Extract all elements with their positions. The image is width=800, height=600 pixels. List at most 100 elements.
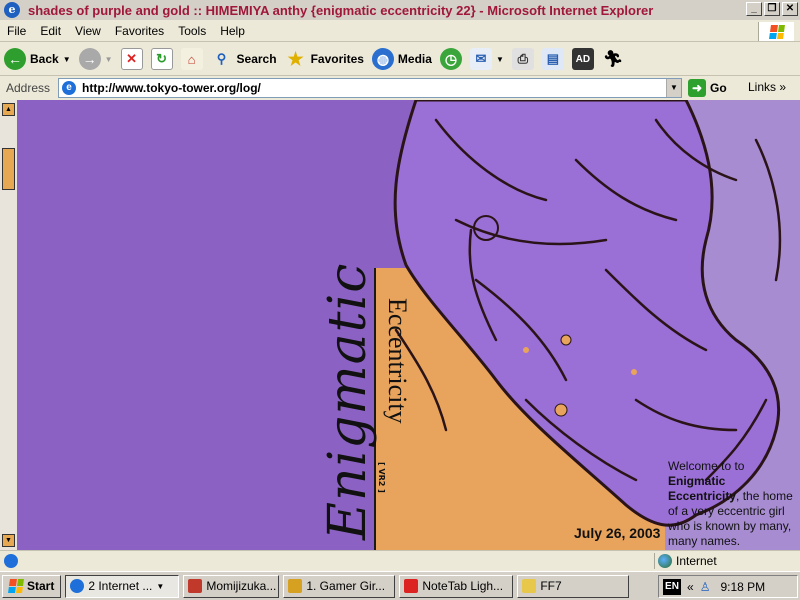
- ad-icon: AD: [571, 48, 594, 70]
- favorites-button[interactable]: ★ Favorites: [285, 48, 364, 70]
- page-content: Enigmatic Eccentricity [ VR2 ] July 26, …: [0, 100, 800, 550]
- back-dropdown-icon[interactable]: ▼: [63, 55, 71, 64]
- mail-icon: ✉: [469, 48, 492, 70]
- close-button[interactable]: ✕: [782, 2, 798, 16]
- go-button[interactable]: ➜ Go: [688, 79, 727, 97]
- menu-file[interactable]: File: [0, 24, 33, 38]
- task-label: FF7: [540, 579, 562, 593]
- internet-zone-icon: [658, 554, 672, 568]
- search-button[interactable]: ⚲ Search: [211, 48, 277, 70]
- scroll-thumb[interactable]: [2, 148, 15, 190]
- security-zone: Internet: [676, 554, 717, 568]
- taskbar: Start 2 Internet ... ▼ Momijizuka... 1. …: [0, 571, 800, 600]
- menu-help[interactable]: Help: [213, 24, 252, 38]
- menu-favorites[interactable]: Favorites: [108, 24, 171, 38]
- page-status-icon: [4, 554, 18, 568]
- site-title-enigmatic: Enigmatic: [318, 262, 378, 540]
- printer-icon: ⎙: [511, 48, 534, 70]
- stop-button[interactable]: ✕: [120, 48, 143, 70]
- vertical-scrollbar[interactable]: ▲ ▼: [0, 100, 17, 550]
- search-icon: ⚲: [216, 51, 227, 66]
- clock: 9:18 PM: [720, 579, 766, 594]
- menu-view[interactable]: View: [68, 24, 108, 38]
- ie-task-icon: [70, 579, 85, 593]
- windows-flag-icon: [758, 22, 794, 41]
- task-label: 1. Gamer Gir...: [306, 579, 386, 593]
- forward-button[interactable]: → ▼: [78, 48, 113, 70]
- media-globe-icon: ◍: [371, 48, 394, 70]
- pencil-task-icon: [288, 579, 303, 593]
- status-bar: Internet: [0, 550, 800, 570]
- messenger-tray-icon[interactable]: ♙: [700, 580, 711, 594]
- messenger-button[interactable]: 🏃︎: [602, 48, 624, 70]
- edit-button[interactable]: ▤: [541, 48, 564, 70]
- address-input[interactable]: e http://www.tokyo-tower.org/log/ ▼: [58, 78, 682, 98]
- menu-bar: File Edit View Favorites Tools Help: [0, 21, 800, 42]
- folder-task-icon: [522, 579, 537, 593]
- ie-logo-icon: e: [4, 2, 20, 18]
- scroll-up-arrow-icon[interactable]: ▲: [2, 103, 15, 116]
- address-bar: Address e http://www.tokyo-tower.org/log…: [0, 77, 800, 99]
- welcome-intro: Welcome to to: [668, 459, 745, 473]
- page-favicon-icon: e: [62, 81, 76, 95]
- language-indicator[interactable]: EN: [663, 578, 681, 595]
- start-button[interactable]: Start: [2, 574, 62, 598]
- task-gamer-girl[interactable]: 1. Gamer Gir...: [283, 574, 396, 598]
- title-bar: e shades of purple and gold :: HIMEMIYA …: [0, 0, 800, 20]
- links-label: Links: [748, 80, 777, 94]
- history-icon: ◷: [439, 48, 462, 70]
- window-controls: _ ❐ ✕: [746, 2, 798, 16]
- welcome-site-name: Enigmatic Eccentricity: [668, 474, 737, 503]
- windows-logo-icon: [8, 579, 24, 593]
- menu-edit[interactable]: Edit: [33, 24, 68, 38]
- task-momijizuka[interactable]: Momijizuka...: [183, 574, 280, 598]
- site-title-eccentricity: Eccentricity: [383, 298, 412, 424]
- forward-arrow-icon: →: [78, 48, 101, 70]
- task-ff7[interactable]: FF7: [517, 574, 630, 598]
- menu-tools[interactable]: Tools: [171, 24, 213, 38]
- task-group-dropdown-icon: ▼: [156, 581, 165, 591]
- home-button[interactable]: ⌂: [180, 48, 203, 70]
- forward-dropdown-icon[interactable]: ▼: [105, 55, 113, 64]
- task-internet-explorer[interactable]: 2 Internet ... ▼: [65, 574, 180, 598]
- media-button[interactable]: ◍ Media: [371, 48, 432, 70]
- status-separator: [654, 553, 655, 569]
- links-button[interactable]: Links »: [748, 80, 786, 94]
- back-button[interactable]: ← Back ▼: [4, 48, 71, 70]
- mail-button[interactable]: ✉ ▼: [469, 48, 504, 70]
- standard-toolbar: ← Back ▼ → ▼ ✕ ↻ ⌂ ⚲ Search ★ Favorites …: [0, 43, 800, 76]
- favorites-label: Favorites: [310, 52, 364, 66]
- site-version: [ VR2 ]: [377, 462, 386, 493]
- mail-dropdown-icon[interactable]: ▼: [496, 55, 504, 64]
- minimize-button[interactable]: _: [746, 2, 762, 16]
- back-arrow-icon: ←: [4, 48, 26, 70]
- tray-expand-icon[interactable]: «: [687, 580, 694, 594]
- app-task-icon: [188, 579, 203, 593]
- address-url[interactable]: http://www.tokyo-tower.org/log/: [82, 81, 261, 95]
- running-man-icon: 🏃︎: [602, 51, 624, 68]
- print-button[interactable]: ⎙: [511, 48, 534, 70]
- links-chevron-icon: »: [779, 80, 787, 94]
- address-dropdown-icon[interactable]: ▼: [666, 79, 681, 97]
- go-label: Go: [710, 81, 727, 95]
- refresh-button[interactable]: ↻: [150, 48, 173, 70]
- home-icon: ⌂: [180, 48, 203, 70]
- post-date: July 26, 2003: [574, 525, 661, 541]
- address-label: Address: [6, 81, 51, 95]
- maximize-button[interactable]: ❐: [764, 2, 780, 16]
- adblock-button[interactable]: AD: [571, 48, 594, 70]
- window-title: shades of purple and gold :: HIMEMIYA an…: [28, 2, 654, 18]
- browser-window: e shades of purple and gold :: HIMEMIYA …: [0, 0, 800, 600]
- task-label: Momijizuka...: [206, 579, 277, 593]
- star-icon: ★: [287, 48, 304, 69]
- history-button[interactable]: ◷: [439, 48, 462, 70]
- start-label: Start: [27, 579, 55, 593]
- notetab-task-icon: [404, 579, 419, 593]
- search-label: Search: [236, 52, 277, 66]
- scroll-down-arrow-icon[interactable]: ▼: [2, 534, 15, 547]
- task-notetab[interactable]: NoteTab Ligh...: [399, 574, 514, 598]
- refresh-icon: ↻: [150, 48, 173, 70]
- stop-icon: ✕: [120, 48, 143, 70]
- task-label: 2 Internet ...: [88, 579, 153, 593]
- media-label: Media: [397, 52, 432, 66]
